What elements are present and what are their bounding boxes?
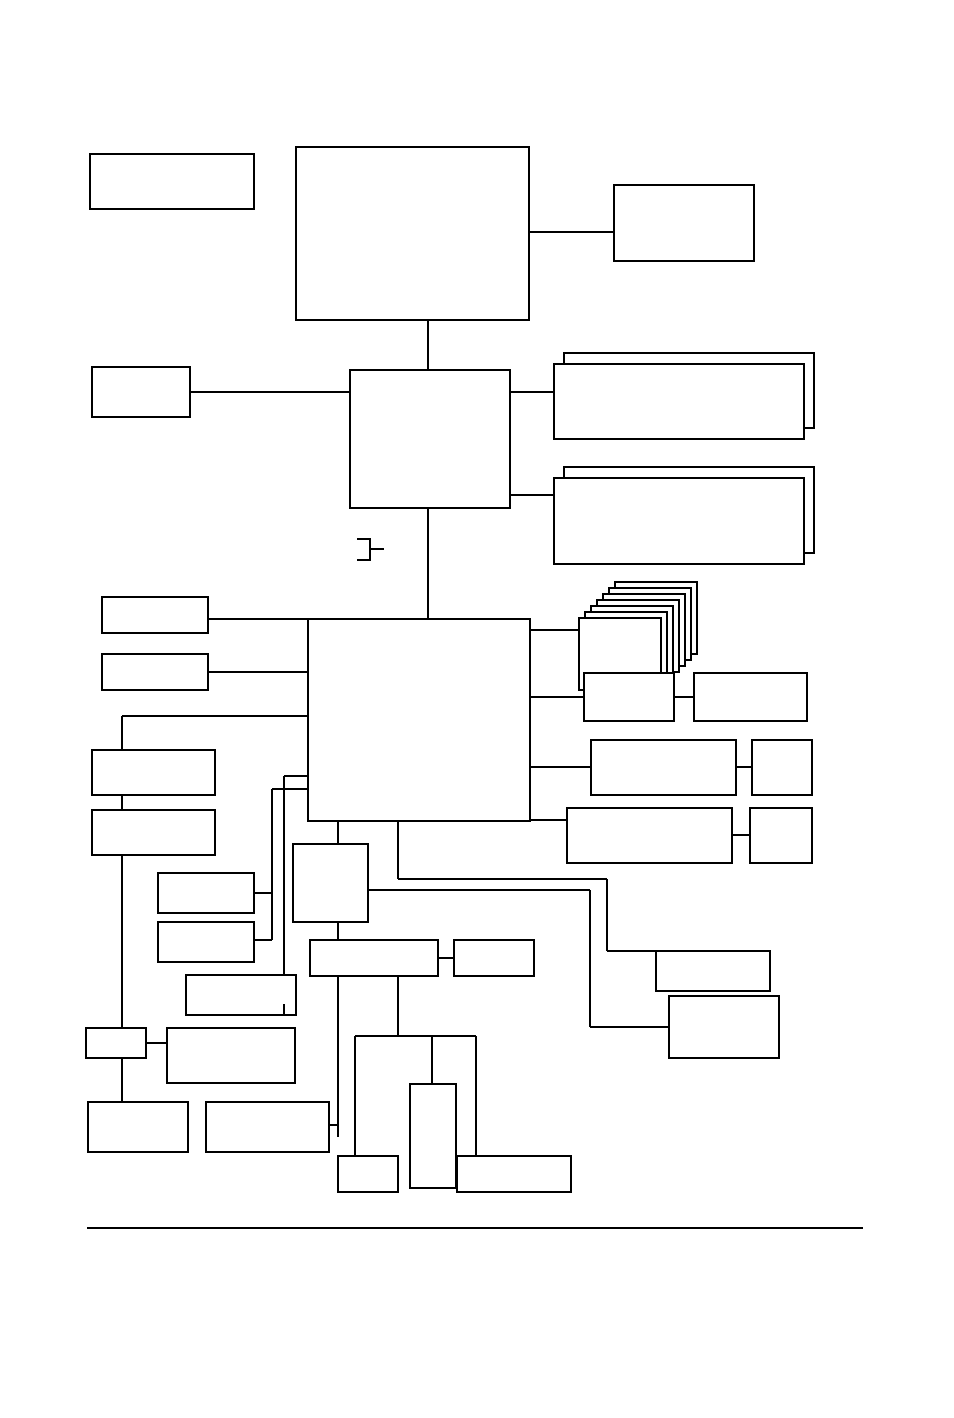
box-left-col-a xyxy=(92,750,215,795)
diagram-canvas xyxy=(0,0,954,1418)
box-right-wide-b xyxy=(567,808,732,863)
box-mid-center xyxy=(350,370,510,508)
box-bottom-mid-b xyxy=(410,1084,456,1188)
box-mid-left xyxy=(92,367,190,417)
box-center-main xyxy=(308,619,530,821)
box-top-center xyxy=(296,147,529,320)
box-bottom-mid-a xyxy=(338,1156,398,1192)
box-left-pair-b xyxy=(167,1028,295,1083)
box-right-small-a xyxy=(584,673,674,721)
box-right-small-d xyxy=(750,808,812,863)
box-right-small-b xyxy=(694,673,807,721)
box-mid-right-a-front xyxy=(554,364,804,439)
box-left-small-b xyxy=(102,654,208,690)
box-top-right xyxy=(614,185,754,261)
box-left-below-b xyxy=(158,922,254,962)
box-left-small-a xyxy=(102,597,208,633)
box-mid-right-b-front xyxy=(554,478,804,564)
box-center-below-a xyxy=(293,844,368,922)
box-left-below-a xyxy=(158,873,254,913)
box-bottom-mid-c xyxy=(457,1156,571,1192)
box-right-small-c xyxy=(752,740,812,795)
box-right-wide-a xyxy=(591,740,736,795)
box-left-col-b xyxy=(92,810,215,855)
box-center-strip xyxy=(310,940,438,976)
box-center-small xyxy=(454,940,534,976)
box-bottom-left-b xyxy=(206,1102,329,1152)
box-right-lower-a xyxy=(656,951,770,991)
box-bottom-left-a xyxy=(88,1102,188,1152)
box-top-left xyxy=(90,154,254,209)
box-left-tiny xyxy=(86,1028,146,1058)
box-right-lower-b xyxy=(669,996,779,1058)
box-left-col-c xyxy=(186,975,296,1015)
